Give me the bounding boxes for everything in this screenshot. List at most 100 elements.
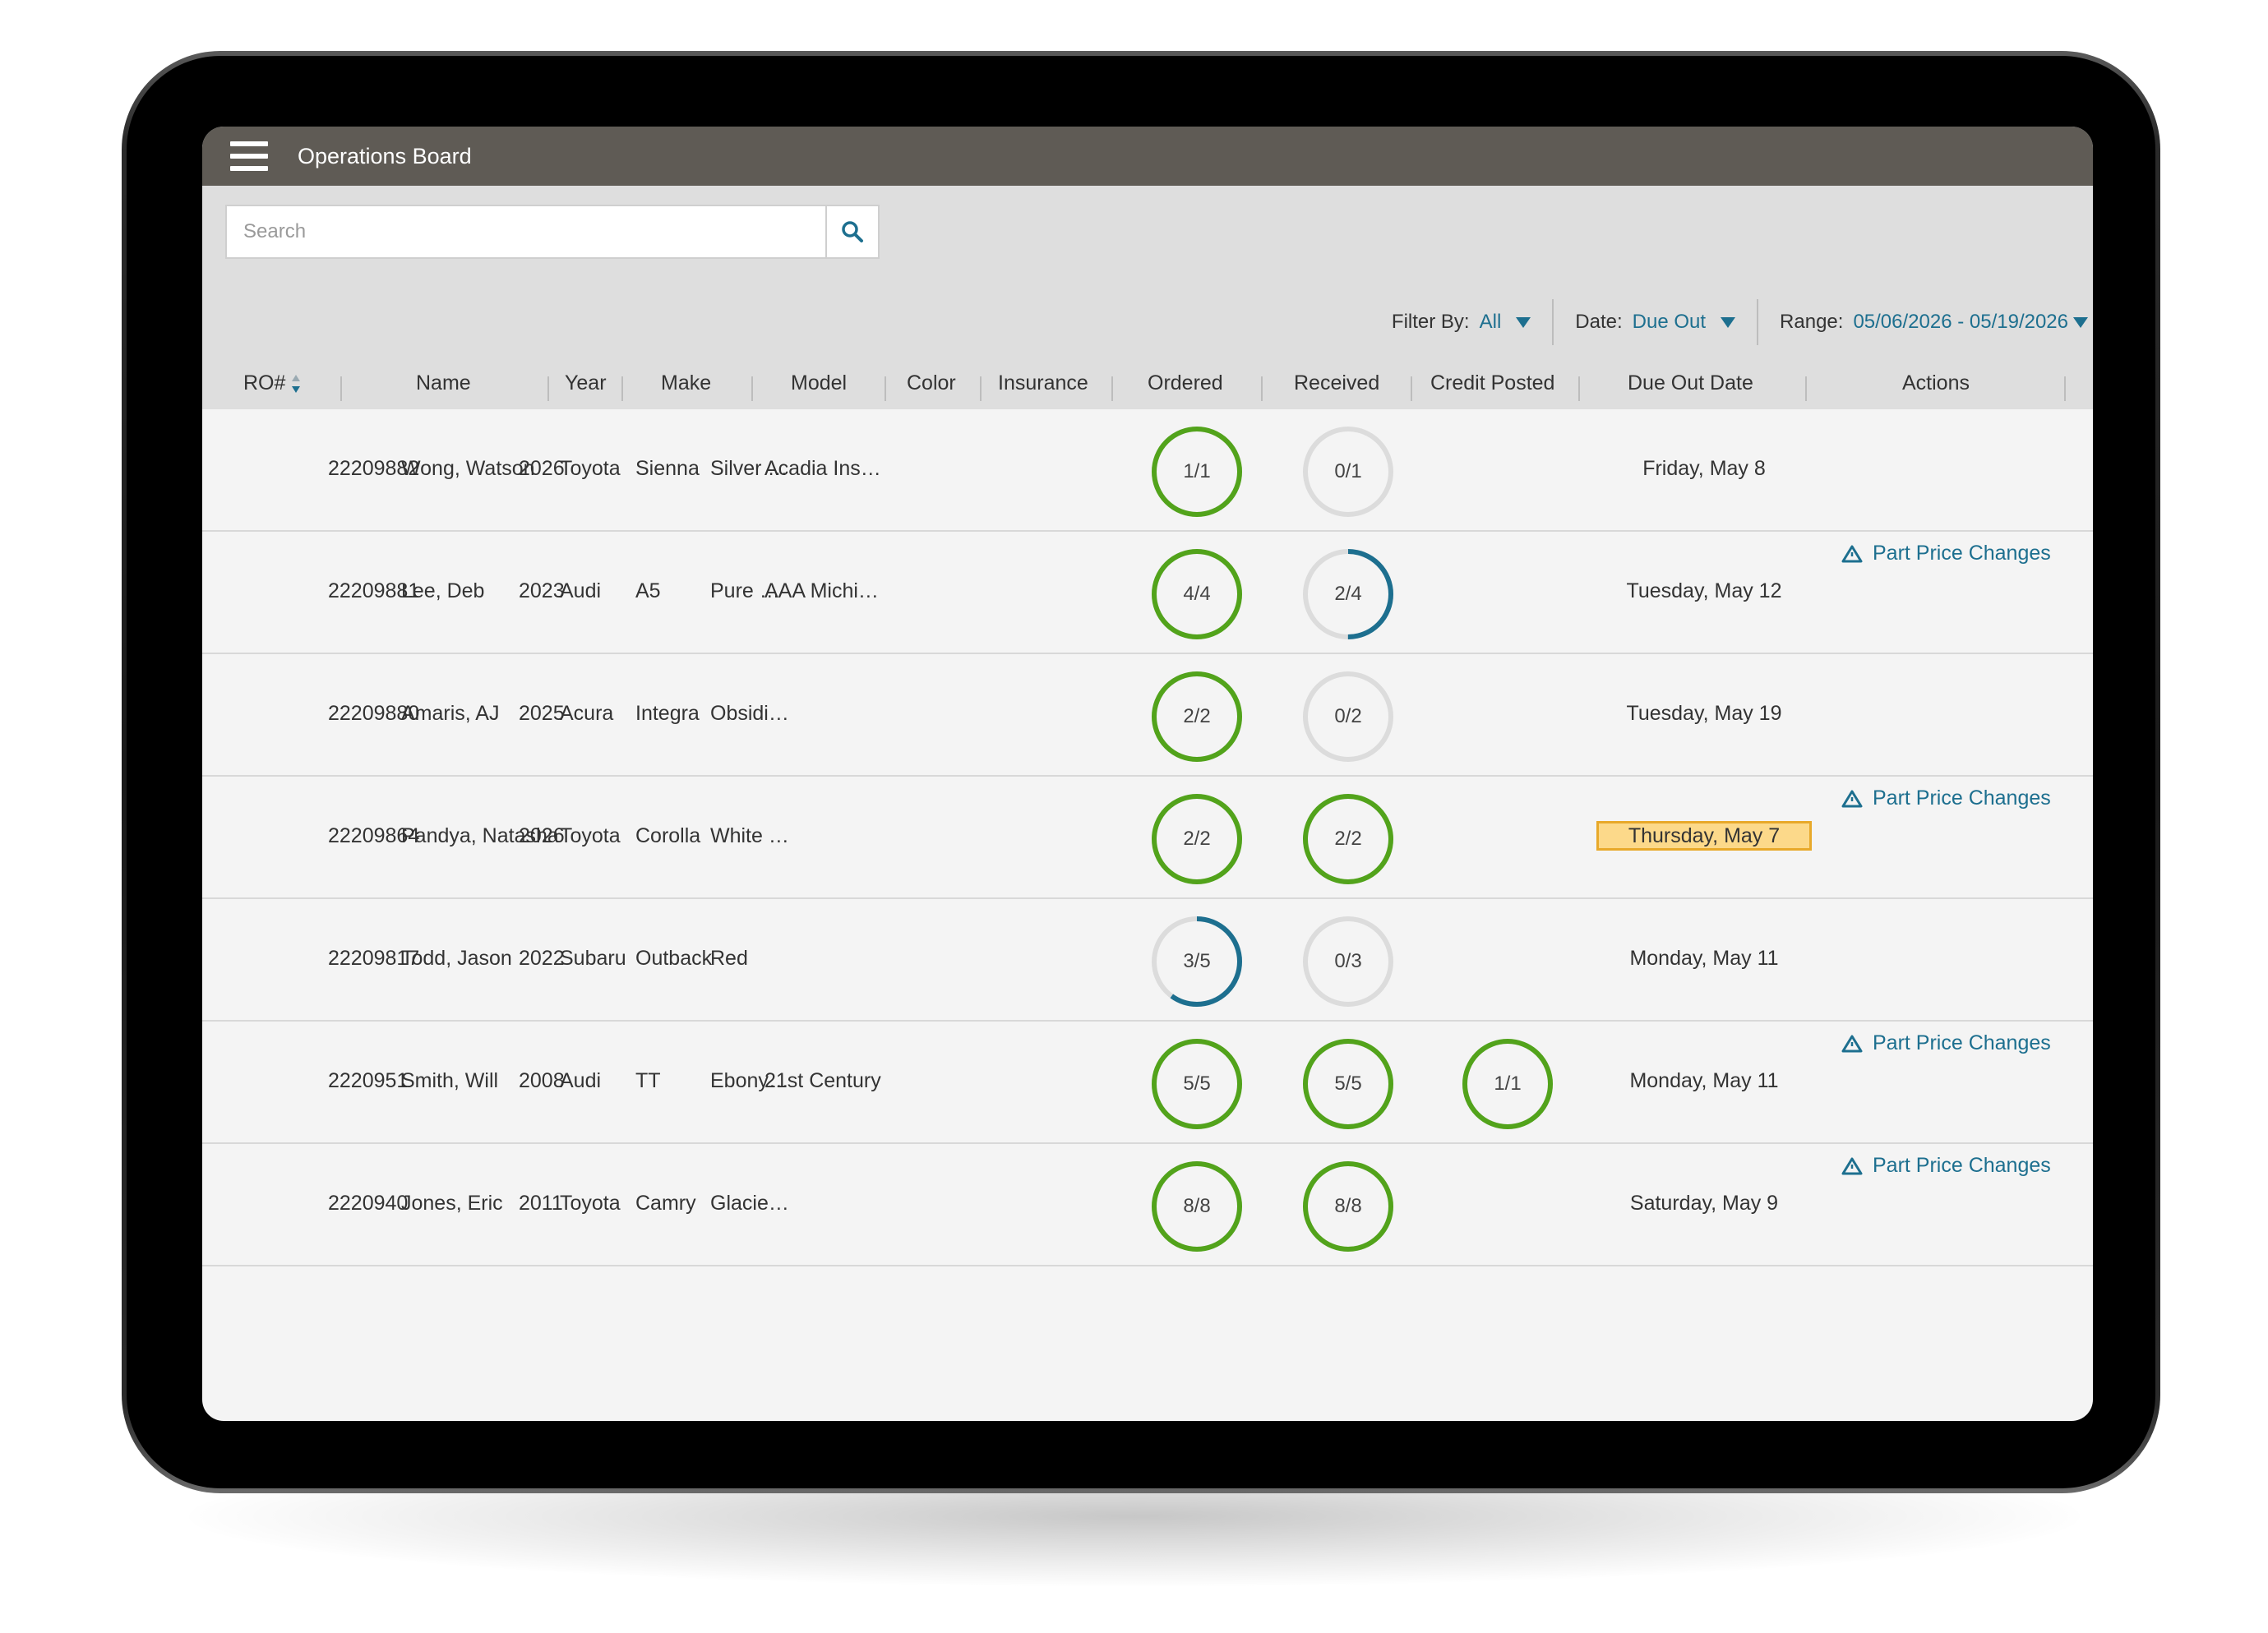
model-cell: Integra (635, 702, 700, 725)
column-header-actions: Actions (1902, 371, 1970, 394)
toolbar: Filter By: All Date: Due Out Range: 05/0… (202, 186, 2093, 409)
received-count: 0/2 (1334, 705, 1362, 727)
action-label: Part Price Changes (1873, 1031, 2051, 1054)
ordered-count: 5/5 (1183, 1073, 1211, 1095)
table-row[interactable]: 22209882 Wong, Watson 2026 Toyota Sienna Silv… (202, 409, 2093, 532)
ordered-count: 8/8 (1183, 1195, 1211, 1217)
column-divider (340, 376, 342, 401)
table-row[interactable]: 22209880 Amaris, AJ 2025 Acura Integra Obsidi… (202, 654, 2093, 777)
table-row[interactable]: 2220951 Smith, Will 2008 Audi TT Ebony… 21st C… (202, 1022, 2093, 1144)
table-row[interactable]: 22209817 Todd, Jason 2022 Subaru Outback Red 3… (202, 899, 2093, 1022)
filter-by-dropdown[interactable]: Filter By: All (1370, 299, 1552, 345)
repair-order-table: 22209882 Wong, Watson 2026 Toyota Sienna Silv… (202, 409, 2093, 1266)
make-cell: Audi (560, 1069, 602, 1092)
part-price-changes-link[interactable]: Part Price Changes (1841, 542, 2051, 565)
make-cell: Audi (560, 579, 602, 602)
column-divider (621, 376, 623, 401)
credit-posted-progress-ring[interactable]: 1/1 (1460, 1036, 1555, 1132)
color-cell: White … (710, 824, 789, 847)
make-cell: Toyota (560, 824, 621, 847)
year-cell: 2025 (519, 702, 565, 725)
ordered-progress-ring[interactable]: 3/5 (1149, 914, 1245, 1009)
customer-name-cell: Jones, Eric (401, 1192, 503, 1215)
table-row[interactable]: 22209881 Lee, Deb 2023 Audi A5 Pure … AAA Mich… (202, 532, 2093, 654)
received-progress-ring[interactable]: 8/8 (1300, 1159, 1396, 1254)
column-header-year[interactable]: Year (565, 371, 607, 395)
make-cell: Acura (560, 702, 614, 725)
column-header-color[interactable]: Color (907, 371, 956, 395)
due-date-cell: Saturday, May 9 (1629, 1192, 1779, 1215)
insurance-cell: AAA Michi… (764, 579, 879, 602)
table-row[interactable]: 2220940 Jones, Eric 2011 Toyota Camry Glacie…… (202, 1144, 2093, 1266)
part-price-changes-link[interactable]: Part Price Changes (1841, 1154, 2051, 1178)
column-header-due-out-date[interactable]: Due Out Date (1628, 371, 1753, 395)
received-progress-ring[interactable]: 2/2 (1300, 791, 1396, 887)
received-count: 2/2 (1334, 828, 1362, 850)
range-label: Range: (1780, 311, 1844, 333)
year-cell: 2026 (519, 457, 565, 480)
column-header-ro[interactable]: RO# (243, 371, 302, 395)
due-date-cell-highlighted: Thursday, May 7 (1596, 821, 1812, 851)
received-progress-ring[interactable]: 2/4 (1300, 547, 1396, 642)
caret-down-icon (1721, 316, 1736, 328)
filter-by-label: Filter By: (1391, 311, 1470, 333)
due-date-cell: Tuesday, May 19 (1626, 702, 1782, 725)
date-value: Due Out (1632, 311, 1707, 333)
caret-down-icon (1516, 316, 1531, 328)
ordered-progress-ring[interactable]: 8/8 (1149, 1159, 1245, 1254)
received-progress-ring[interactable]: 5/5 (1300, 1036, 1396, 1132)
part-price-changes-link[interactable]: Part Price Changes (1841, 787, 2051, 810)
table-row[interactable]: 22209864 Pandya, Natasha 2026 Toyota Corolla… (202, 777, 2093, 899)
search-button[interactable] (825, 206, 878, 257)
search-input[interactable] (227, 206, 825, 257)
color-cell: Glacie… (710, 1192, 789, 1215)
column-header-received[interactable]: Received (1294, 371, 1379, 395)
year-cell: 2023 (519, 579, 565, 602)
search-box (225, 205, 880, 259)
ordered-progress-ring[interactable]: 2/2 (1149, 791, 1245, 887)
column-divider (1578, 376, 1580, 401)
received-progress-ring[interactable]: 0/3 (1300, 914, 1396, 1009)
search-icon (842, 221, 863, 242)
warning-triangle-icon (1841, 545, 1863, 562)
year-cell: 2008 (519, 1069, 565, 1092)
column-header-insurance[interactable]: Insurance (998, 371, 1088, 395)
ordered-count: 4/4 (1183, 583, 1211, 605)
column-divider (885, 376, 886, 401)
received-progress-ring[interactable]: 0/1 (1300, 424, 1396, 519)
customer-name-cell: Wong, Watson (401, 457, 535, 480)
column-header-credit-posted[interactable]: Credit Posted (1430, 371, 1554, 395)
color-cell: Obsidi… (710, 702, 789, 725)
column-header-make[interactable]: Make (661, 371, 711, 395)
range-dropdown[interactable]: Range: 05/06/2026 - 05/19/2026 (1757, 299, 2088, 345)
column-divider (547, 376, 549, 401)
date-dropdown[interactable]: Date: Due Out (1552, 299, 1757, 345)
ordered-progress-ring[interactable]: 4/4 (1149, 547, 1245, 642)
received-count: 2/4 (1334, 583, 1362, 605)
column-header-model[interactable]: Model (791, 371, 847, 395)
credit-posted-count: 1/1 (1494, 1073, 1522, 1095)
column-header-ordered[interactable]: Ordered (1148, 371, 1223, 395)
column-header-name[interactable]: Name (416, 371, 471, 395)
ordered-count: 2/2 (1183, 705, 1211, 727)
due-date-cell: Friday, May 8 (1642, 457, 1766, 480)
column-divider (751, 376, 753, 401)
received-progress-ring[interactable]: 0/2 (1300, 669, 1396, 764)
sort-icon[interactable] (290, 373, 302, 394)
ordered-progress-ring[interactable]: 1/1 (1149, 424, 1245, 519)
due-date-cell: Monday, May 11 (1629, 1069, 1779, 1092)
year-cell: 2026 (519, 824, 565, 847)
ordered-progress-ring[interactable]: 2/2 (1149, 669, 1245, 764)
caret-down-icon (2073, 316, 2088, 328)
ordered-progress-ring[interactable]: 5/5 (1149, 1036, 1245, 1132)
make-cell: Toyota (560, 457, 621, 480)
part-price-changes-link[interactable]: Part Price Changes (1841, 1031, 2051, 1055)
hamburger-icon[interactable] (230, 141, 268, 171)
column-divider (1411, 376, 1412, 401)
action-label: Part Price Changes (1873, 542, 2051, 565)
tablet-frame: Operations Board Filter By: All (122, 51, 2160, 1493)
ro-number-cell: 2220951 (328, 1069, 409, 1092)
filter-bar: Filter By: All Date: Due Out Range: 05/0… (1370, 299, 2088, 345)
received-count: 0/3 (1334, 950, 1362, 972)
ordered-count: 1/1 (1183, 460, 1211, 482)
